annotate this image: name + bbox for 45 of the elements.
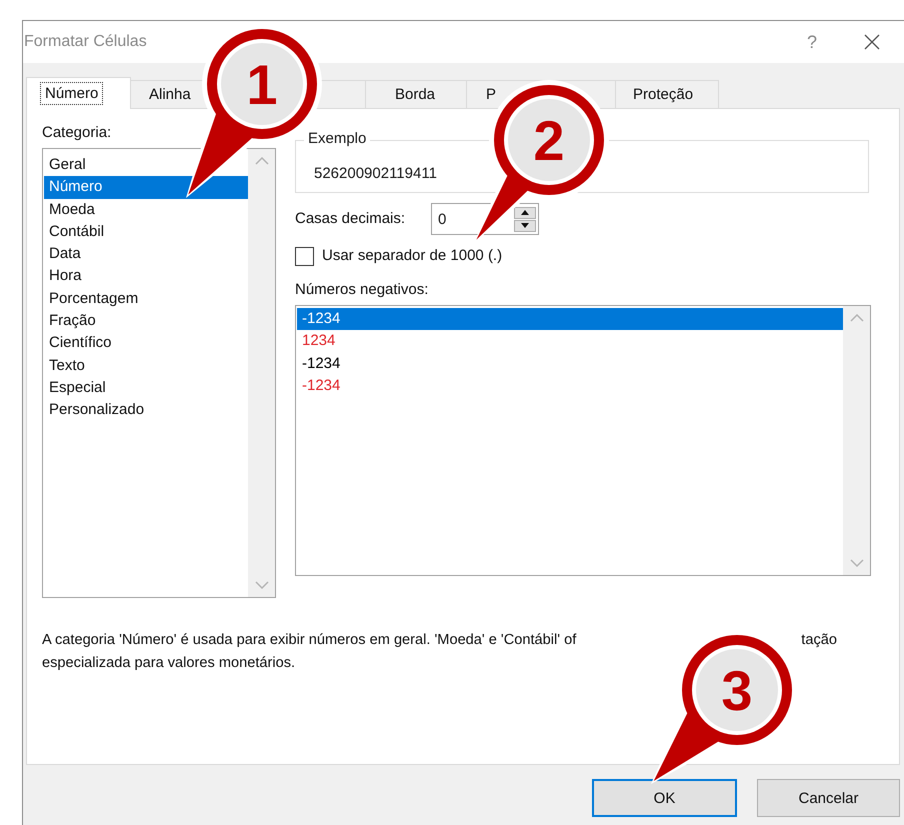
negative-number-item[interactable]: 1234 xyxy=(297,330,843,353)
cancel-button[interactable]: Cancelar xyxy=(757,779,900,817)
scroll-down-icon[interactable] xyxy=(254,581,268,589)
separator-checkbox[interactable] xyxy=(295,246,314,266)
scrollbar[interactable] xyxy=(843,306,870,575)
tab[interactable]: Proteção xyxy=(615,80,719,109)
close-icon xyxy=(864,34,880,50)
category-item[interactable]: Geral xyxy=(44,154,248,176)
callout-number: 2 xyxy=(533,109,565,172)
category-item[interactable]: Hora xyxy=(44,265,248,288)
category-item[interactable]: Porcentagem xyxy=(44,288,248,310)
negative-numbers-label: Números negativos: xyxy=(295,280,428,300)
tab[interactable]: Número xyxy=(26,77,131,109)
negative-number-item[interactable]: -1234 xyxy=(297,352,843,375)
sample-value: 526200902119411 xyxy=(314,165,437,182)
callout-number: 3 xyxy=(721,659,753,722)
scroll-down-icon[interactable] xyxy=(850,559,864,567)
category-item[interactable]: Data xyxy=(44,243,248,266)
description-text: A categoria 'Número' é usada para exibir números em geral. 'Moeda' e 'Contábil' of xyxy=(42,631,576,650)
category-item[interactable]: Moeda xyxy=(44,198,248,221)
scroll-up-icon[interactable] xyxy=(254,157,268,165)
category-item[interactable]: Contábil xyxy=(44,220,248,244)
decimal-places-label: Casas decimais: xyxy=(295,209,406,229)
category-item[interactable]: Número xyxy=(44,176,248,199)
description-text: tação xyxy=(801,631,837,650)
category-item[interactable]: Personalizado xyxy=(44,399,248,422)
category-item[interactable]: Fração xyxy=(44,310,248,332)
category-label: Categoria: xyxy=(42,123,112,143)
ok-button[interactable]: OK xyxy=(592,779,737,817)
category-item[interactable]: Especial xyxy=(44,376,248,400)
category-item[interactable]: Texto xyxy=(44,354,248,377)
down-arrow-icon xyxy=(521,223,530,228)
increment-button[interactable] xyxy=(514,206,536,218)
up-arrow-icon xyxy=(521,210,530,215)
category-item[interactable]: Científico xyxy=(44,332,248,355)
decimal-places-field[interactable]: 0 xyxy=(431,203,540,235)
description-text: especializada para valores monetários. xyxy=(42,654,296,673)
sample-label: Exemplo xyxy=(304,130,370,147)
negative-number-item[interactable]: -1234 xyxy=(297,374,843,398)
decrement-button[interactable] xyxy=(514,220,536,232)
window-title: Formatar Células xyxy=(24,33,148,51)
separator-label: Usar separador de 1000 (.) xyxy=(322,246,502,266)
scrollbar[interactable] xyxy=(248,149,275,597)
negative-number-item[interactable]: -1234 xyxy=(297,308,843,330)
scroll-up-icon[interactable] xyxy=(850,314,864,322)
